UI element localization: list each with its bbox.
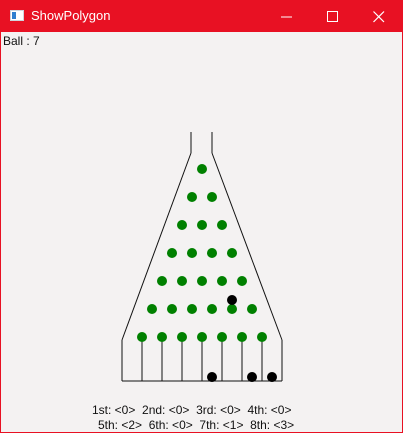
peg	[197, 276, 207, 286]
peg	[237, 332, 247, 342]
peg	[177, 220, 187, 230]
landed-ball	[207, 372, 217, 382]
peg	[147, 304, 157, 314]
peg	[187, 304, 197, 314]
peg	[257, 332, 267, 342]
peg	[217, 220, 227, 230]
peg	[247, 304, 257, 314]
funnel-right-wall	[211, 152, 283, 341]
slot-counts-line-1: 1st: <0> 2nd: <0> 3rd: <0> 4th: <0>	[92, 403, 292, 417]
peg	[237, 276, 247, 286]
peg	[167, 304, 177, 314]
peg	[207, 192, 217, 202]
bean-machine-board	[121, 132, 283, 382]
peg	[157, 276, 167, 286]
peg	[207, 304, 217, 314]
peg	[197, 220, 207, 230]
slot-counts-line-2: 5th: <2> 6th: <0> 7th: <1> 8th: <3>	[98, 418, 295, 432]
peg	[187, 192, 197, 202]
peg	[227, 304, 237, 314]
app-window: ShowPolygon Ball : 7 1st: <0> 2nd: <0> 3…	[0, 0, 403, 433]
landed-ball	[267, 372, 277, 382]
falling-ball	[227, 295, 237, 305]
peg	[207, 248, 217, 258]
peg	[217, 276, 227, 286]
funnel-left-wall	[121, 152, 192, 341]
peg	[227, 248, 237, 258]
peg	[197, 164, 207, 174]
peg	[137, 332, 147, 342]
landed-ball	[247, 372, 257, 382]
peg	[177, 332, 187, 342]
peg	[197, 332, 207, 342]
peg	[167, 248, 177, 258]
peg	[217, 332, 227, 342]
peg	[177, 276, 187, 286]
peg	[157, 332, 167, 342]
peg	[187, 248, 197, 258]
